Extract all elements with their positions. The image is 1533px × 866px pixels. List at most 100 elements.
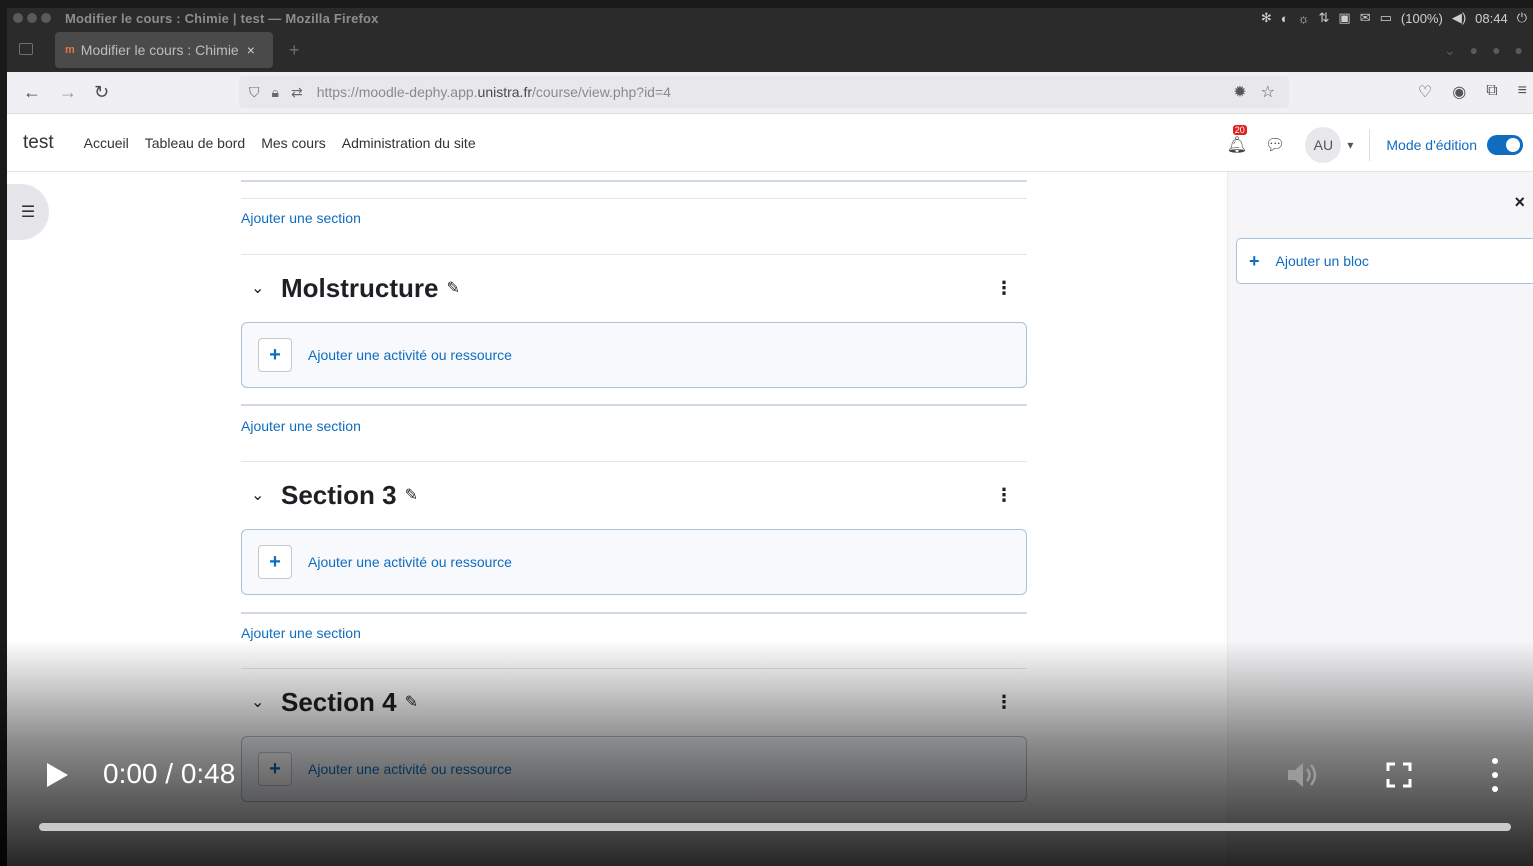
window-title: Modifier le cours : Chimie | test — Mozi…: [65, 10, 379, 26]
edit-mode-label: Mode d'édition: [1386, 137, 1477, 153]
play-icon[interactable]: [44, 760, 70, 790]
close-icon[interactable]: ●: [1515, 42, 1523, 59]
keyboard-icon: ▣: [1338, 10, 1351, 25]
add-section-link[interactable]: Ajouter une section: [241, 625, 361, 641]
url-host-prefix: https://moodle-dephy.app.: [316, 84, 478, 100]
maximize-icon[interactable]: ●: [1492, 42, 1500, 59]
close-drawer-icon[interactable]: ×: [1514, 192, 1525, 213]
add-block-label: Ajouter un bloc: [1275, 253, 1369, 269]
power-icon: ⏻: [1516, 10, 1527, 25]
nav-accueil[interactable]: Accueil: [84, 135, 129, 151]
notification-badge: 20: [1232, 125, 1247, 135]
shield-icon[interactable]: ⛉: [249, 84, 260, 101]
nav-mes-cours[interactable]: Mes cours: [261, 135, 326, 151]
toolbar-right: ♡ ◉ ⧉ ≡: [1418, 82, 1527, 102]
collapse-chevron-icon[interactable]: ⌄: [251, 485, 275, 505]
primary-navigation: Accueil Tableau de bord Mes cours Admini…: [84, 135, 476, 151]
tab-overflow-icon[interactable]: ⌄: [1444, 42, 1456, 59]
video-time: 0:00 / 0:48: [103, 758, 236, 789]
add-activity-box[interactable]: + Ajouter une activité ou ressource: [241, 529, 1027, 595]
window-controls: [13, 13, 51, 23]
section-actions-kebab-icon[interactable]: ⋮: [995, 692, 1013, 713]
notifications-bell-icon[interactable]: 🔔︎ 20: [1227, 125, 1247, 155]
edit-mode-toggle[interactable]: [1487, 135, 1523, 155]
tab-title: Modifier le cours : Chimie | test: [80, 42, 241, 58]
back-icon[interactable]: ←: [23, 82, 41, 103]
previous-section-bottom: [241, 180, 1027, 182]
add-activity-box[interactable]: + Ajouter une activité ou ressource: [241, 736, 1027, 802]
collapse-chevron-icon[interactable]: ⌄: [251, 692, 275, 712]
url-text[interactable]: https://moodle-dephy.app.unistra.fr/cour…: [317, 84, 671, 100]
clock: 08:44: [1475, 10, 1508, 26]
system-tray: ✻ ◐ ☼ ⇅ ▣ ✉ ▭ (100%) ◀) 08:44 ⏻: [1261, 8, 1527, 28]
divider: [241, 254, 1027, 255]
url-security-icons: ⛉ 🔒︎ ⇄: [249, 84, 303, 101]
lock-icon[interactable]: 🔒︎: [272, 84, 279, 101]
add-section-link[interactable]: Ajouter une section: [241, 210, 361, 226]
edit-pencil-icon[interactable]: ✎: [405, 692, 418, 712]
add-activity-label[interactable]: Ajouter une activité ou ressource: [308, 347, 512, 363]
header-divider: [1369, 129, 1371, 161]
os-title-bar: Modifier le cours : Chimie | test — Mozi…: [7, 8, 1533, 28]
add-block-button[interactable]: + Ajouter un bloc: [1236, 238, 1533, 284]
new-tab-icon[interactable]: +: [289, 40, 300, 61]
add-activity-plus-icon[interactable]: +: [258, 545, 292, 579]
divider: [241, 198, 1027, 199]
section-header: ⌄ Molstructure ✎ ⋮: [241, 268, 1027, 308]
menu-icon[interactable]: ≡: [1518, 82, 1527, 102]
add-section-link[interactable]: Ajouter une section: [241, 418, 361, 434]
forward-icon[interactable]: →: [59, 82, 77, 103]
navigation-bar: ← → ↻ ⛉ 🔒︎ ⇄ https://moodle-dephy.app.un…: [7, 72, 1533, 114]
close-tab-icon[interactable]: ×: [247, 42, 255, 58]
course-index-toggle[interactable]: ☰: [7, 184, 49, 240]
header-user-area: 🔔︎ 20 💬︎ AU ▾ Mode d'édition: [1227, 125, 1523, 163]
minimize-icon[interactable]: ●: [1470, 42, 1478, 59]
nav-administration[interactable]: Administration du site: [342, 135, 476, 151]
video-frame: Modifier le cours : Chimie | test — Mozi…: [0, 0, 1533, 866]
permissions-icon[interactable]: ⇄: [291, 84, 303, 101]
tab-course-edit[interactable]: m Modifier le cours : Chimie | test ×: [55, 32, 273, 68]
maximize-window-icon: [41, 13, 51, 23]
add-activity-plus-icon[interactable]: +: [258, 752, 292, 786]
avatar[interactable]: AU: [1305, 127, 1342, 163]
add-activity-box[interactable]: + Ajouter une activité ou ressource: [241, 322, 1027, 388]
section-header: ⌄ Section 3 ✎ ⋮: [241, 475, 1027, 515]
bluetooth-icon: ✻: [1260, 10, 1272, 25]
video-progress-bar[interactable]: [39, 823, 1511, 831]
messages-icon[interactable]: 💬︎: [1265, 135, 1285, 155]
add-activity-label[interactable]: Ajouter une activité ou ressource: [308, 761, 512, 777]
nav-tableau-de-bord[interactable]: Tableau de bord: [145, 135, 245, 151]
extension-bug-icon[interactable]: ✹: [1233, 82, 1246, 102]
add-activity-label[interactable]: Ajouter une activité ou ressource: [308, 554, 512, 570]
edit-pencil-icon[interactable]: ✎: [446, 278, 459, 298]
network-icon: ⇅: [1318, 10, 1330, 25]
volume-icon[interactable]: [1286, 760, 1320, 790]
address-bar[interactable]: ⛉ 🔒︎ ⇄ https://moodle-dephy.app.unistra.…: [239, 76, 1289, 108]
section-title: Section 4: [281, 686, 397, 717]
user-menu-chevron-down-icon[interactable]: ▾: [1347, 138, 1353, 152]
section-actions-kebab-icon[interactable]: ⋮: [995, 485, 1013, 506]
url-path: /course/view.php?id=4: [532, 84, 671, 100]
tab-strip: m Modifier le cours : Chimie | test × + …: [7, 28, 1533, 72]
account-icon[interactable]: ◉: [1452, 82, 1466, 102]
bookmark-star-icon[interactable]: ☆: [1261, 82, 1275, 102]
edit-pencil-icon[interactable]: ✎: [405, 485, 418, 505]
add-activity-plus-icon[interactable]: +: [258, 338, 292, 372]
extensions-icon[interactable]: ⧉: [1486, 82, 1497, 102]
site-name[interactable]: test: [23, 132, 54, 154]
pocket-icon[interactable]: ♡: [1418, 82, 1432, 102]
section-bottom-line: [241, 404, 1027, 406]
weather-icon: ☼: [1297, 10, 1310, 26]
section-bottom-line: [241, 612, 1027, 614]
reload-icon[interactable]: ↻: [94, 82, 109, 103]
battery-level: (100%): [1400, 10, 1443, 26]
section-actions-kebab-icon[interactable]: ⋮: [995, 278, 1013, 299]
fullscreen-icon[interactable]: [1386, 762, 1412, 788]
collapse-chevron-icon[interactable]: ⌄: [251, 278, 275, 298]
section-title: Molstructure: [281, 272, 439, 303]
more-options-icon[interactable]: [1488, 758, 1502, 792]
moodle-favicon-icon: m: [65, 44, 75, 56]
close-window-icon: [13, 13, 23, 23]
tab-list-icon[interactable]: [19, 43, 33, 55]
minimize-window-icon: [27, 13, 37, 23]
